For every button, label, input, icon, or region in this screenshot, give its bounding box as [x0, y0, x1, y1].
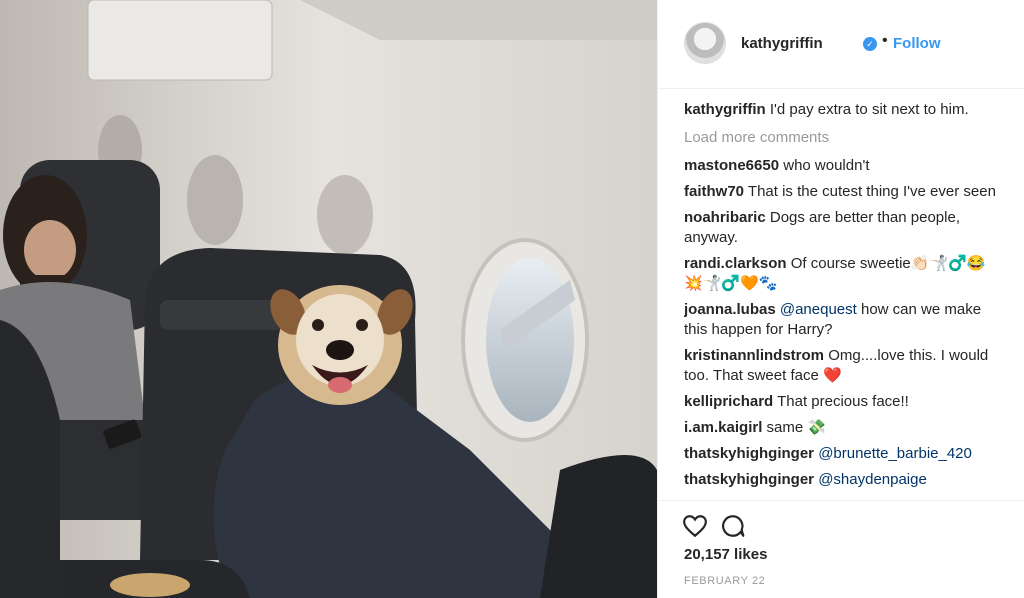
comment-mention-link[interactable]: @shaydenpaige: [818, 471, 927, 488]
comment-text: That precious face!!: [777, 393, 909, 410]
comment-item: kelliprichard That precious face!!: [684, 392, 1004, 412]
post-date: FEBRUARY 22: [684, 575, 766, 587]
comment-text: same 💸: [766, 419, 827, 436]
profile-avatar[interactable]: [684, 22, 726, 64]
comment-item: mastone6650 who wouldn't: [684, 156, 1004, 176]
comment-mention-link[interactable]: @brunette_barbie_420: [818, 445, 972, 462]
post-sidebar: kathygriffin ✓ • Follow kathygriffin I'd…: [657, 0, 1024, 598]
comment-username[interactable]: noahribaric: [684, 209, 766, 226]
caption: kathygriffin I'd pay extra to sit next t…: [684, 100, 1004, 120]
comment-item: joanna.lubas @anequest how can we make t…: [684, 300, 1004, 340]
comment-bubble-icon[interactable]: [720, 513, 746, 539]
heart-icon[interactable]: [682, 513, 708, 539]
comment-username[interactable]: faithw70: [684, 183, 744, 200]
likes-count[interactable]: 20,157 likes: [684, 546, 767, 563]
caption-username[interactable]: kathygriffin: [684, 101, 766, 118]
separator-dot: •: [882, 32, 888, 49]
comment-username[interactable]: joanna.lubas: [684, 301, 776, 318]
comment-item: noahribaric Dogs are better than people,…: [684, 208, 1004, 248]
comment-mention-link[interactable]: @anequest: [780, 301, 857, 318]
comment-username[interactable]: kelliprichard: [684, 393, 773, 410]
airplane-dog-photo: [0, 0, 657, 598]
comment-item: i.am.kaigirl same 💸: [684, 418, 1004, 438]
comment-username[interactable]: randi.clarkson: [684, 255, 787, 272]
action-bar: [658, 500, 1024, 538]
comment-item: thatskyhighginger @brunette_barbie_420: [684, 444, 1004, 464]
comment-text: who wouldn't: [783, 157, 870, 174]
comment-username[interactable]: i.am.kaigirl: [684, 419, 762, 436]
post-photo[interactable]: [0, 0, 657, 598]
comments-list: kathygriffin I'd pay extra to sit next t…: [684, 100, 1004, 500]
header-username[interactable]: kathygriffin: [741, 35, 823, 52]
comment-item: kristinannlindstrom Omg....love this. I …: [684, 346, 1004, 386]
comment-item: thatskyhighginger @shaydenpaige: [684, 470, 1004, 490]
comment-username[interactable]: thatskyhighginger: [684, 445, 814, 462]
post-header: kathygriffin ✓ • Follow: [658, 0, 1024, 89]
caption-text: I'd pay extra to sit next to him.: [769, 101, 969, 118]
comment-username[interactable]: thatskyhighginger: [684, 471, 814, 488]
instagram-post: kathygriffin ✓ • Follow kathygriffin I'd…: [0, 0, 1024, 598]
comment-item: randi.clarkson Of course sweetie👏🏻🤺♂️😂💥🤺…: [684, 254, 1004, 294]
comment-item: faithw70 That is the cutest thing I've e…: [684, 182, 1004, 202]
comment-username[interactable]: kristinannlindstrom: [684, 347, 824, 364]
load-more-comments-button[interactable]: Load more comments: [684, 128, 1004, 148]
comment-text: That is the cutest thing I've ever seen: [747, 183, 996, 200]
follow-button[interactable]: Follow: [893, 35, 941, 52]
verified-badge-icon: ✓: [863, 37, 877, 51]
comment-username[interactable]: mastone6650: [684, 157, 779, 174]
